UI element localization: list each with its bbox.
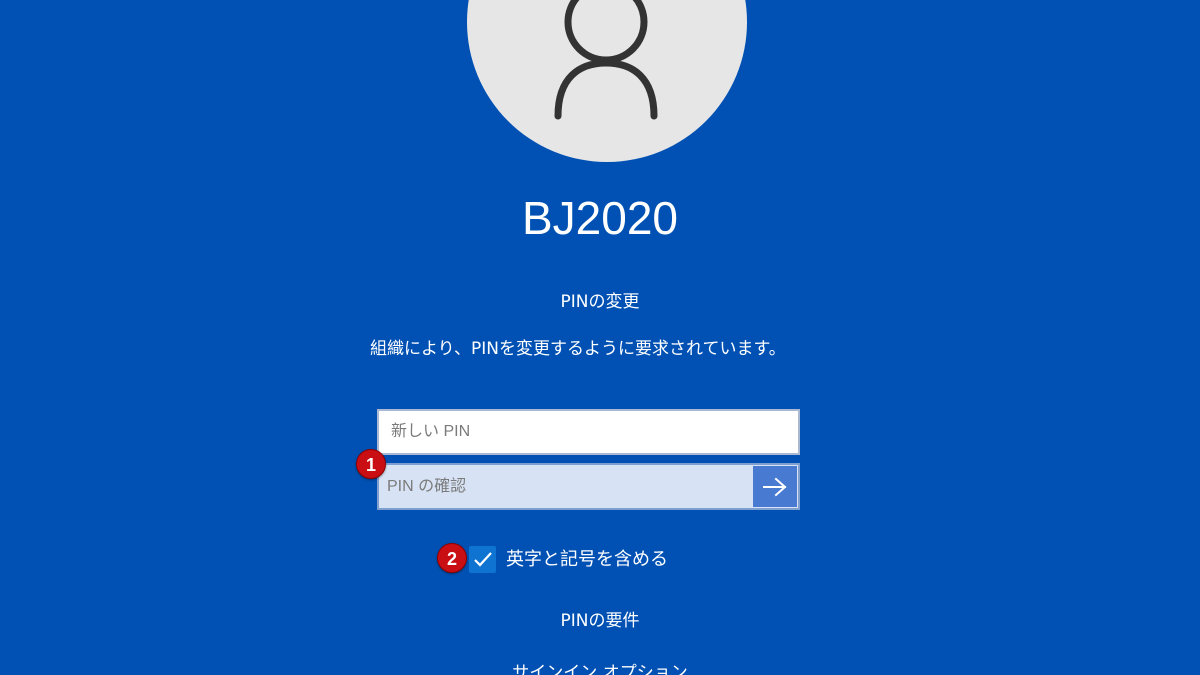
- pin-change-message: 組織により、PINを変更するように要求されています。: [370, 339, 786, 359]
- user-avatar: [467, 0, 747, 162]
- pin-change-screen: BJ2020 PINの変更 組織により、PINを変更するように要求されています。…: [0, 0, 1200, 675]
- signin-options-link[interactable]: サインイン オプション: [420, 661, 780, 675]
- submit-pin-button[interactable]: [753, 466, 797, 507]
- arrow-right-icon: [763, 477, 787, 496]
- annotation-badge-2: 2: [437, 543, 467, 573]
- include-symbols-label[interactable]: 英字と記号を含める: [506, 547, 746, 573]
- pin-change-title: PINの変更: [560, 292, 640, 312]
- confirm-pin-field: [377, 463, 800, 510]
- include-symbols-checkbox[interactable]: [469, 546, 496, 573]
- username: BJ2020: [521, 192, 678, 244]
- user-icon: [554, 0, 658, 120]
- confirm-pin-input[interactable]: [379, 465, 752, 508]
- annotation-badge-1: 1: [356, 449, 386, 479]
- pin-requirements-link[interactable]: PINの要件: [450, 609, 750, 633]
- checkmark-icon: [473, 551, 492, 567]
- new-pin-input[interactable]: [377, 409, 800, 455]
